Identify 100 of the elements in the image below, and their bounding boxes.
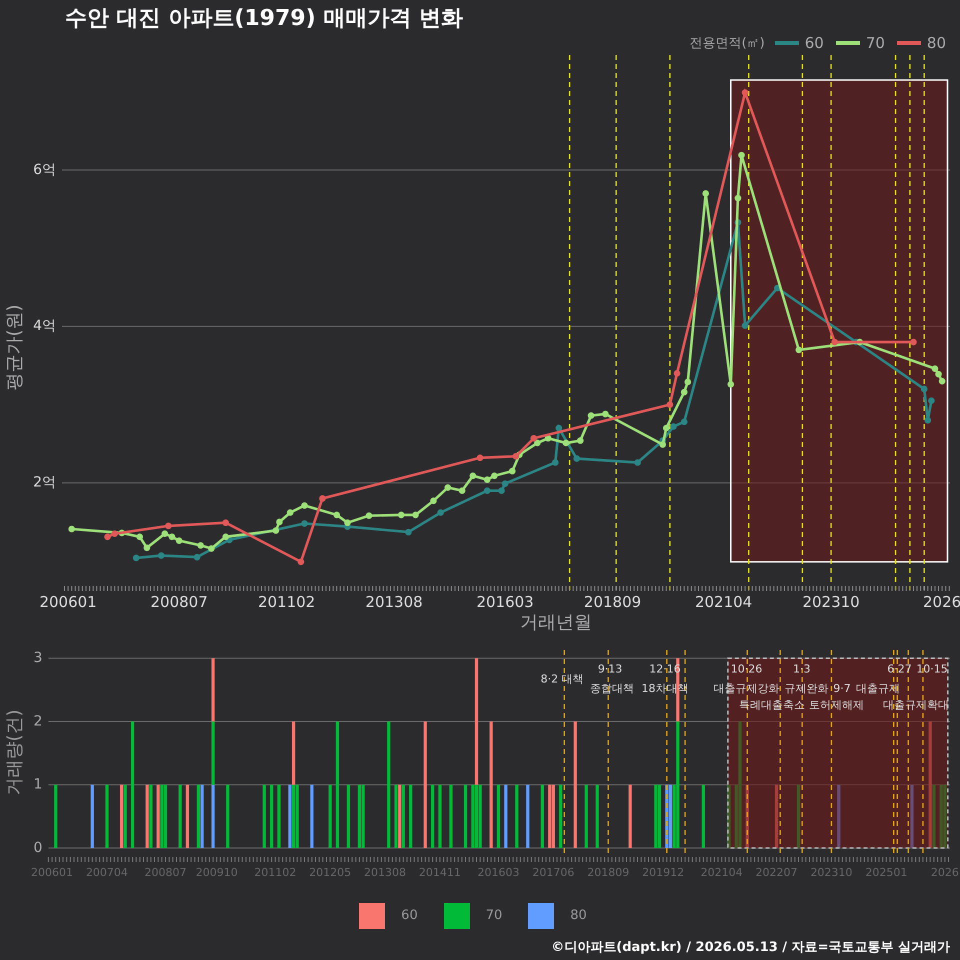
- bar: [746, 784, 749, 848]
- tick-label: 200704: [86, 866, 128, 879]
- annotation-label: 대출규제확대: [882, 698, 949, 712]
- tick-label: 6억: [33, 162, 56, 178]
- annotation-label: 9·13: [598, 662, 622, 676]
- data-point: [144, 544, 150, 552]
- data-point: [194, 554, 200, 560]
- tick-label: 202501: [865, 866, 908, 879]
- bar: [226, 784, 230, 848]
- annotation-label: 6·27: [887, 662, 912, 676]
- data-point: [634, 459, 641, 466]
- tick-label: 201809: [587, 866, 630, 879]
- data-point: [702, 190, 709, 197]
- bar: [328, 784, 332, 848]
- data-point: [734, 219, 742, 226]
- legend-title: 전용면적(㎡): [690, 35, 765, 52]
- tick-label: 200807: [144, 866, 186, 879]
- data-point: [831, 338, 838, 346]
- data-point: [544, 434, 552, 442]
- data-point: [430, 498, 437, 504]
- data-point: [920, 386, 928, 392]
- tick-label: 201205: [309, 866, 352, 879]
- bar: [774, 784, 778, 848]
- data-point: [508, 468, 516, 474]
- tick-label: 202104: [694, 593, 752, 611]
- annotation-label: 1·3: [793, 662, 811, 676]
- data-point: [398, 512, 405, 518]
- data-point: [412, 512, 419, 518]
- data-point: [132, 554, 140, 562]
- legend-label: 80: [570, 908, 587, 923]
- annotation-label: 규제완화: [784, 682, 829, 696]
- data-point: [742, 89, 748, 96]
- tick-label: 2: [33, 713, 42, 730]
- bar: [409, 784, 412, 848]
- legend-label: 80: [926, 34, 946, 52]
- bar: [262, 784, 266, 848]
- bar: [431, 784, 434, 848]
- data-point: [301, 502, 308, 509]
- tick-label: 201603: [477, 866, 520, 879]
- data-point: [577, 437, 584, 444]
- data-point: [136, 534, 144, 540]
- legend-label: 70: [866, 34, 885, 52]
- tick-label: 200601: [31, 866, 74, 879]
- bar: [105, 784, 109, 848]
- data-point: [476, 454, 484, 462]
- data-point: [680, 418, 688, 426]
- annotation-label: 대출규제: [856, 682, 900, 696]
- data-point: [276, 518, 283, 526]
- bar: [496, 784, 500, 848]
- tick-label: 201411: [418, 866, 461, 879]
- data-point: [319, 495, 326, 502]
- data-point: [727, 381, 734, 388]
- tick-label: 202104: [700, 866, 743, 879]
- data-point: [333, 512, 340, 518]
- data-point: [674, 370, 680, 377]
- tick-label: 201102: [254, 866, 296, 879]
- tick-label: 200807: [150, 593, 208, 611]
- bar: [90, 784, 94, 848]
- data-point: [573, 455, 580, 462]
- annotation-label: 종합대책: [590, 682, 634, 696]
- data-point: [562, 440, 570, 446]
- bar: [796, 784, 800, 848]
- tick-label: 201308: [364, 866, 406, 879]
- data-point: [222, 519, 229, 526]
- tick-label: 202207: [756, 866, 798, 879]
- bar: [438, 784, 442, 848]
- data-point: [437, 509, 444, 516]
- data-point: [301, 520, 308, 527]
- tick-label: 0: [33, 840, 42, 856]
- annotation-label: 10·15: [916, 662, 948, 676]
- source-credit: ©디아파트(dapt.kr) / 2026.05.13 / 자료=국토교통부 실거래가: [551, 939, 950, 956]
- annotation-label: 특례대출축소: [738, 698, 805, 712]
- data-point: [602, 410, 609, 418]
- data-point: [734, 194, 742, 202]
- bar: [910, 784, 914, 848]
- data-point: [405, 528, 412, 536]
- annotation-label: 9·7: [833, 682, 851, 696]
- bar: [178, 784, 182, 848]
- data-point: [68, 526, 75, 532]
- data-point: [158, 552, 165, 559]
- data-point: [366, 512, 372, 519]
- tick-label: 2억: [33, 474, 56, 491]
- data-point: [298, 558, 304, 566]
- bar: [727, 784, 731, 848]
- axis-title: 거래년월: [520, 612, 592, 633]
- tick-label: 202310: [810, 866, 852, 879]
- data-point: [484, 487, 490, 494]
- data-point: [458, 487, 466, 494]
- tick-label: 3: [33, 650, 42, 666]
- bar: [628, 784, 632, 848]
- bar: [515, 784, 518, 848]
- tick-label: 201912: [642, 866, 684, 879]
- tick-label: 4억: [33, 318, 56, 334]
- legend-label: 70: [486, 908, 502, 923]
- bar: [559, 784, 562, 848]
- bar: [464, 784, 468, 848]
- bar: [540, 784, 544, 848]
- tick-label: 201308: [365, 593, 423, 611]
- bar: [310, 784, 314, 848]
- data-point: [272, 527, 280, 534]
